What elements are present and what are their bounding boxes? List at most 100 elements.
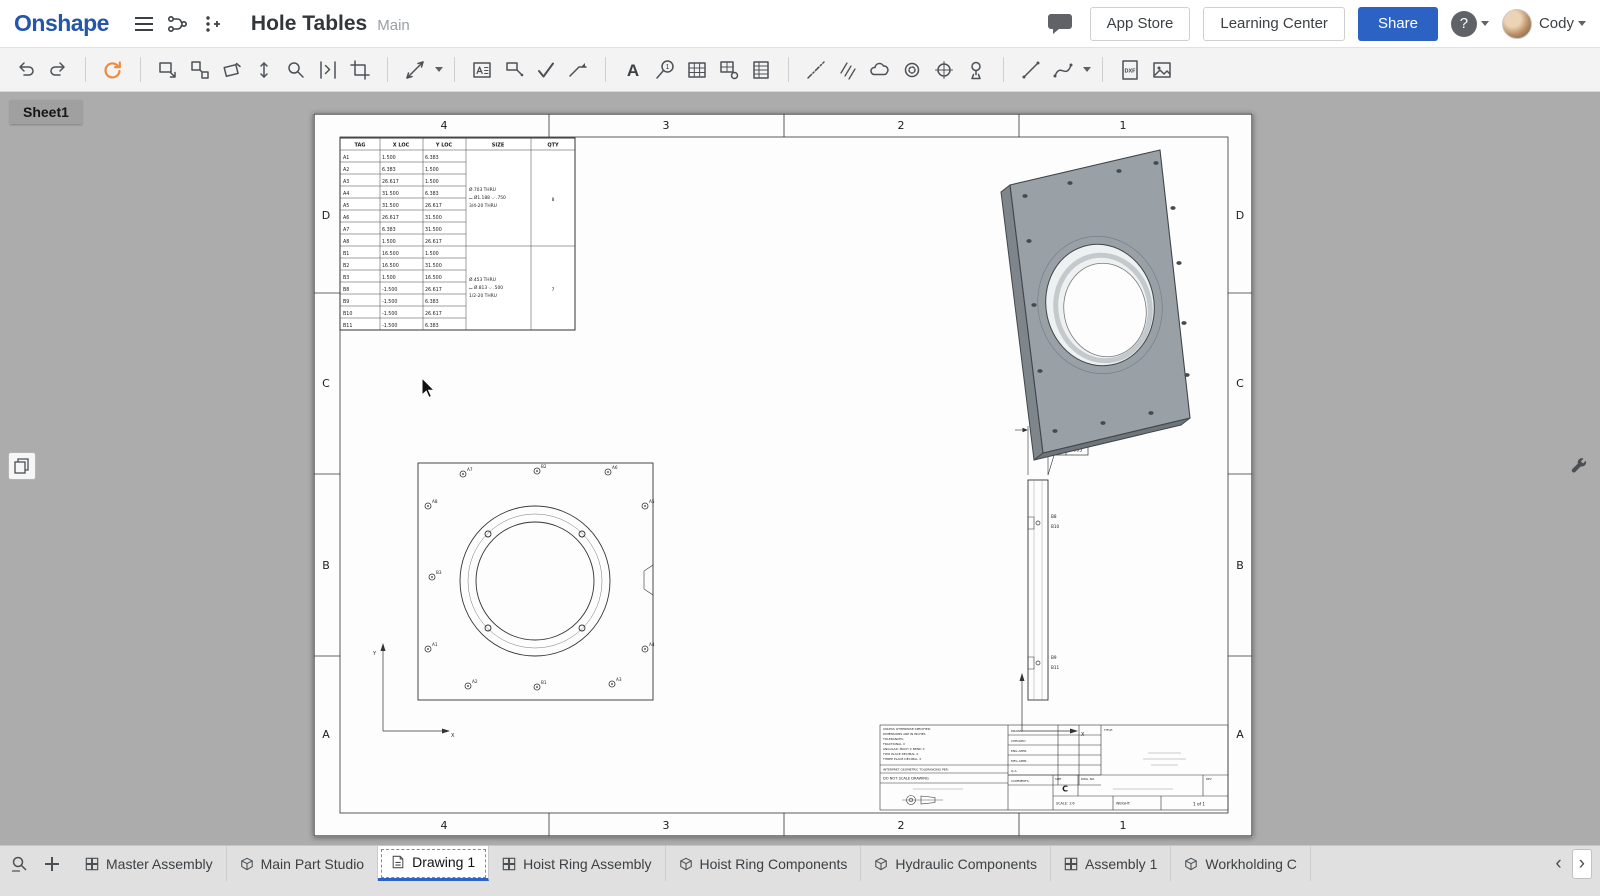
add-tab-button[interactable]: [37, 849, 67, 879]
hole-table[interactable]: TAGX LOCY LOCSIZEQTY A11.5006.383 A26.38…: [340, 138, 575, 330]
help-menu[interactable]: ?: [1451, 11, 1489, 37]
svg-text:31.500: 31.500: [425, 215, 442, 221]
svg-text:C: C: [1236, 377, 1244, 390]
undo-button[interactable]: [10, 54, 42, 86]
onshape-logo[interactable]: Onshape: [14, 10, 109, 37]
hatch-button[interactable]: [832, 54, 864, 86]
tab-workholding[interactable]: Workholding C: [1171, 846, 1311, 881]
tab-hoist-ring-assembly[interactable]: Hoist Ring Assembly: [489, 846, 665, 881]
revision-cloud-button[interactable]: [864, 54, 896, 86]
scroll-tabs-right-button[interactable]: ›: [1572, 849, 1592, 879]
learning-center-button[interactable]: Learning Center: [1203, 7, 1345, 41]
properties-panel-button[interactable]: [1566, 452, 1594, 480]
svg-text:26.617: 26.617: [382, 215, 399, 221]
app-store-button[interactable]: App Store: [1090, 7, 1191, 41]
svg-text:3: 3: [663, 819, 670, 832]
hamburger-icon: [134, 16, 154, 32]
document-menu-button[interactable]: [127, 8, 161, 40]
workspace-name[interactable]: Main: [377, 17, 410, 34]
svg-text:1: 1: [666, 64, 670, 71]
balloon-button[interactable]: 1: [649, 54, 681, 86]
svg-text:D: D: [1236, 209, 1244, 222]
svg-text:TITLE:: TITLE:: [1103, 728, 1113, 732]
svg-text:MFG APPR.: MFG APPR.: [1011, 759, 1027, 763]
svg-text:A2: A2: [472, 679, 478, 684]
tab-drawing-1[interactable]: Drawing 1: [378, 846, 489, 881]
note-icon: [471, 59, 493, 81]
front-view-axis: Y X: [372, 643, 455, 739]
svg-text:31.500: 31.500: [382, 203, 399, 209]
broken-view-button[interactable]: [312, 54, 344, 86]
crop-view-button[interactable]: [344, 54, 376, 86]
svg-text:A4: A4: [649, 642, 655, 647]
svg-text:ANGULAR: MACH ± BEND ±: ANGULAR: MACH ± BEND ±: [883, 747, 925, 751]
svg-text:DXF: DXF: [1125, 68, 1137, 74]
svg-text:3: 3: [663, 119, 670, 132]
detail-view-button[interactable]: [280, 54, 312, 86]
document-title[interactable]: Hole Tables: [251, 12, 367, 36]
tab-main-part-studio[interactable]: Main Part Studio: [227, 846, 379, 881]
dimension-button[interactable]: [399, 54, 443, 86]
version-manager-button[interactable]: [161, 8, 195, 40]
section-view-button[interactable]: [248, 54, 280, 86]
datum-button[interactable]: [960, 54, 992, 86]
tab-assembly-1[interactable]: Assembly 1: [1051, 846, 1171, 881]
export-dxf-button[interactable]: DXF: [1114, 54, 1146, 86]
svg-text:1.500: 1.500: [382, 239, 396, 245]
revision-cloud-icon: [869, 59, 891, 81]
text-button[interactable]: A: [617, 54, 649, 86]
svg-text:4: 4: [441, 119, 448, 132]
part-studio-icon: [1184, 857, 1198, 871]
scroll-tabs-left-button[interactable]: ‹: [1549, 850, 1567, 878]
sheet-tab[interactable]: Sheet1: [10, 100, 82, 124]
spline-button[interactable]: [1047, 54, 1091, 86]
svg-text:26.617: 26.617: [382, 179, 399, 185]
svg-text:B2: B2: [343, 263, 349, 269]
tab-master-assembly[interactable]: Master Assembly: [72, 846, 227, 881]
document-title-group: Hole Tables Main: [251, 12, 410, 36]
callout-button[interactable]: [498, 54, 530, 86]
hole-table-button[interactable]: [713, 54, 745, 86]
isometric-view[interactable]: [1001, 150, 1190, 460]
history-button[interactable]: [195, 8, 229, 40]
redo-button[interactable]: [42, 54, 74, 86]
share-button[interactable]: Share: [1358, 7, 1438, 41]
drawing-sheet[interactable]: 4321 4321 DCBA DCBA TAGX LOCY LOCSIZEQTY: [313, 113, 1253, 837]
comments-button[interactable]: [1043, 8, 1077, 40]
svg-text:1: 1: [1120, 119, 1127, 132]
note-button[interactable]: [466, 54, 498, 86]
front-view[interactable]: A7 B2 A6 A8 A5 B3 A1 A4 A2 B1 A3 Y X: [372, 463, 655, 739]
side-view[interactable]: B8 B10 B9 B11 1.000 ∥ .005: [1015, 420, 1088, 738]
tab-hydraulic-components[interactable]: Hydraulic Components: [861, 846, 1051, 881]
toolbar-separator: [1003, 57, 1004, 82]
sheets-panel-button[interactable]: [8, 452, 36, 480]
insert-image-button[interactable]: [1146, 54, 1178, 86]
svg-text:A1: A1: [432, 642, 438, 647]
svg-text:QTY: QTY: [547, 143, 559, 149]
part-studio-icon: [874, 857, 888, 871]
center-mark-button[interactable]: [928, 54, 960, 86]
table-button[interactable]: [681, 54, 713, 86]
svg-text:6.383: 6.383: [425, 299, 439, 305]
cosmetic-thread-button[interactable]: [896, 54, 928, 86]
insert-view-button[interactable]: [152, 54, 184, 86]
user-menu[interactable]: Cody: [1502, 9, 1586, 39]
weld-symbol-button[interactable]: [562, 54, 594, 86]
surface-roughness-button[interactable]: [530, 54, 562, 86]
part-studio-icon: [679, 857, 693, 871]
tab-hoist-ring-components[interactable]: Hoist Ring Components: [666, 846, 862, 881]
line-button[interactable]: [1015, 54, 1047, 86]
centerline-button[interactable]: [800, 54, 832, 86]
tab-manager-button[interactable]: [5, 849, 35, 879]
svg-text:6.383: 6.383: [382, 167, 396, 173]
insert-image-icon: [1151, 59, 1173, 81]
svg-text:26.617: 26.617: [425, 203, 442, 209]
update-views-button[interactable]: [97, 54, 129, 86]
svg-text:1.500: 1.500: [382, 275, 396, 281]
projected-view-button[interactable]: [184, 54, 216, 86]
drawing-canvas[interactable]: Sheet1 4321 4321 DCBA DCBA: [0, 92, 1600, 845]
svg-text:B10: B10: [343, 311, 352, 317]
bom-table-button[interactable]: [745, 54, 777, 86]
auxiliary-view-button[interactable]: [216, 54, 248, 86]
tab-strip: Master Assembly Main Part Studio Drawing…: [72, 846, 1600, 881]
